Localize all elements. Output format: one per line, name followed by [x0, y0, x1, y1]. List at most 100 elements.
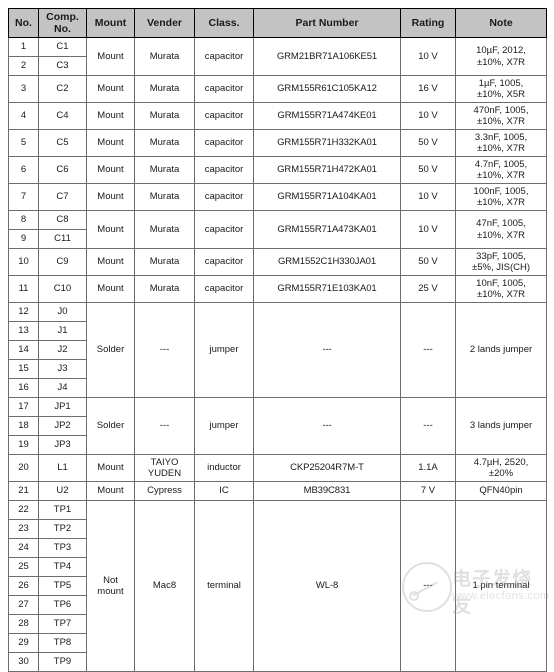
cell-no: 4 — [8, 102, 39, 130]
cell-note: QFN40pin — [455, 481, 547, 501]
cell-mount: Mount — [86, 102, 135, 130]
cell-comp-no: JP3 — [38, 435, 87, 455]
column-header-mount: Mount — [86, 8, 135, 38]
cell-rating: 10 V — [400, 37, 456, 76]
cell-no: 5 — [8, 129, 39, 157]
cell-rating: --- — [400, 397, 456, 455]
cell-rating: 10 V — [400, 102, 456, 130]
cell-note: 10nF, 1005, ±10%, X7R — [455, 275, 547, 303]
cell-no: 25 — [8, 557, 39, 577]
cell-mount: Not mount — [86, 500, 135, 672]
cell-mount: Solder — [86, 302, 135, 398]
bom-table-container: No. Comp. No. Mount Vender Class. Part N… — [8, 8, 547, 672]
table-row: 6 C6 Mount Murata capacitor GRM155R71H472KA01… — [8, 156, 547, 184]
table-row: 10 C9 Mount Murata capacitor GRM1552C1H330JA0… — [8, 248, 547, 276]
cell-mount: Solder — [86, 397, 135, 455]
cell-class: capacitor — [194, 75, 254, 103]
cell-comp-no: TP9 — [38, 652, 87, 672]
cell-class: IC — [194, 481, 254, 501]
cell-mount: Mount — [86, 183, 135, 211]
cell-class: inductor — [194, 454, 254, 482]
column-header-comp-no: Comp. No. — [38, 8, 87, 38]
cell-part-number: MB39C831 — [253, 481, 401, 501]
cell-note: 10µF, 2012, ±10%, X7R — [455, 37, 547, 76]
cell-comp-no: C11 — [38, 229, 87, 249]
cell-no: 6 — [8, 156, 39, 184]
cell-vender: Murata — [134, 37, 195, 76]
table-row: 21 U2 Mount Cypress IC MB39C831 7 V QFN40pin — [8, 481, 547, 501]
cell-no: 15 — [8, 359, 39, 379]
cell-note: 47nF, 1005, ±10%, X7R — [455, 210, 547, 249]
cell-no: 23 — [8, 519, 39, 539]
cell-no: 30 — [8, 652, 39, 672]
cell-comp-no: TP6 — [38, 595, 87, 615]
table-row: 4 C4 Mount Murata capacitor GRM155R71A474KE01… — [8, 102, 547, 130]
cell-no: 18 — [8, 416, 39, 436]
cell-class: capacitor — [194, 156, 254, 184]
cell-class: capacitor — [194, 129, 254, 157]
cell-part-number: GRM155R61C105KA12 — [253, 75, 401, 103]
cell-no: 11 — [8, 275, 39, 303]
cell-comp-no: C10 — [38, 275, 87, 303]
table-row: 7 C7 Mount Murata capacitor GRM155R71A104KA01… — [8, 183, 547, 211]
cell-no: 7 — [8, 183, 39, 211]
cell-rating: 10 V — [400, 210, 456, 249]
table-row: 5 C5 Mount Murata capacitor GRM155R71H332KA01… — [8, 129, 547, 157]
cell-no: 1 — [8, 37, 39, 57]
cell-no: 22 — [8, 500, 39, 520]
cell-note: 4.7nF, 1005, ±10%, X7R — [455, 156, 547, 184]
cell-part-number: GRM155R71H472KA01 — [253, 156, 401, 184]
cell-comp-no: J0 — [38, 302, 87, 322]
cell-note: 3 lands jumper — [455, 397, 547, 455]
cell-rating: 16 V — [400, 75, 456, 103]
cell-vender: Mac8 — [134, 500, 195, 672]
table-row: 12 J0 Solder --- jumper --- --- 2 lands jumper — [8, 302, 547, 398]
cell-no: 28 — [8, 614, 39, 634]
cell-note: 3.3nF, 1005, ±10%, X7R — [455, 129, 547, 157]
cell-no: 29 — [8, 633, 39, 653]
cell-note: 33pF, 1005, ±5%, JIS(CH) — [455, 248, 547, 276]
cell-vender: Murata — [134, 156, 195, 184]
cell-comp-no: C6 — [38, 156, 87, 184]
cell-no: 19 — [8, 435, 39, 455]
cell-vender: Murata — [134, 248, 195, 276]
cell-comp-no: TP7 — [38, 614, 87, 634]
cell-mount: Mount — [86, 210, 135, 249]
cell-no: 20 — [8, 454, 39, 482]
cell-rating: --- — [400, 500, 456, 672]
table-row: 20 L1 Mount TAIYO YUDEN inductor CKP25204R7M-… — [8, 454, 547, 482]
cell-vender: Murata — [134, 129, 195, 157]
cell-comp-no: C2 — [38, 75, 87, 103]
cell-part-number: CKP25204R7M-T — [253, 454, 401, 482]
column-header-part-number: Part Number — [253, 8, 401, 38]
cell-no: 26 — [8, 576, 39, 596]
cell-part-number: GRM155R71H332KA01 — [253, 129, 401, 157]
cell-vender: --- — [134, 302, 195, 398]
cell-class: capacitor — [194, 248, 254, 276]
cell-vender: TAIYO YUDEN — [134, 454, 195, 482]
cell-part-number: GRM155R71A474KE01 — [253, 102, 401, 130]
column-header-class: Class. — [194, 8, 254, 38]
cell-comp-no: C5 — [38, 129, 87, 157]
cell-class: jumper — [194, 302, 254, 398]
cell-comp-no: C7 — [38, 183, 87, 211]
cell-comp-no: C9 — [38, 248, 87, 276]
cell-rating: 7 V — [400, 481, 456, 501]
cell-no: 8 — [8, 210, 39, 230]
cell-comp-no: U2 — [38, 481, 87, 501]
cell-comp-no: C3 — [38, 56, 87, 76]
cell-note: 2 lands jumper — [455, 302, 547, 398]
cell-comp-no: C1 — [38, 37, 87, 57]
cell-no: 12 — [8, 302, 39, 322]
cell-mount: Mount — [86, 275, 135, 303]
cell-comp-no: TP4 — [38, 557, 87, 577]
cell-vender: Murata — [134, 275, 195, 303]
table-header: No. Comp. No. Mount Vender Class. Part N… — [8, 8, 547, 38]
cell-rating: 50 V — [400, 248, 456, 276]
cell-comp-no: J1 — [38, 321, 87, 341]
table-row: 22 TP1 Not mount Mac8 terminal WL-8 --- 1 pin t… — [8, 500, 547, 672]
cell-mount: Mount — [86, 75, 135, 103]
cell-comp-no: TP1 — [38, 500, 87, 520]
header-row: No. Comp. No. Mount Vender Class. Part N… — [8, 8, 547, 38]
cell-mount: Mount — [86, 481, 135, 501]
